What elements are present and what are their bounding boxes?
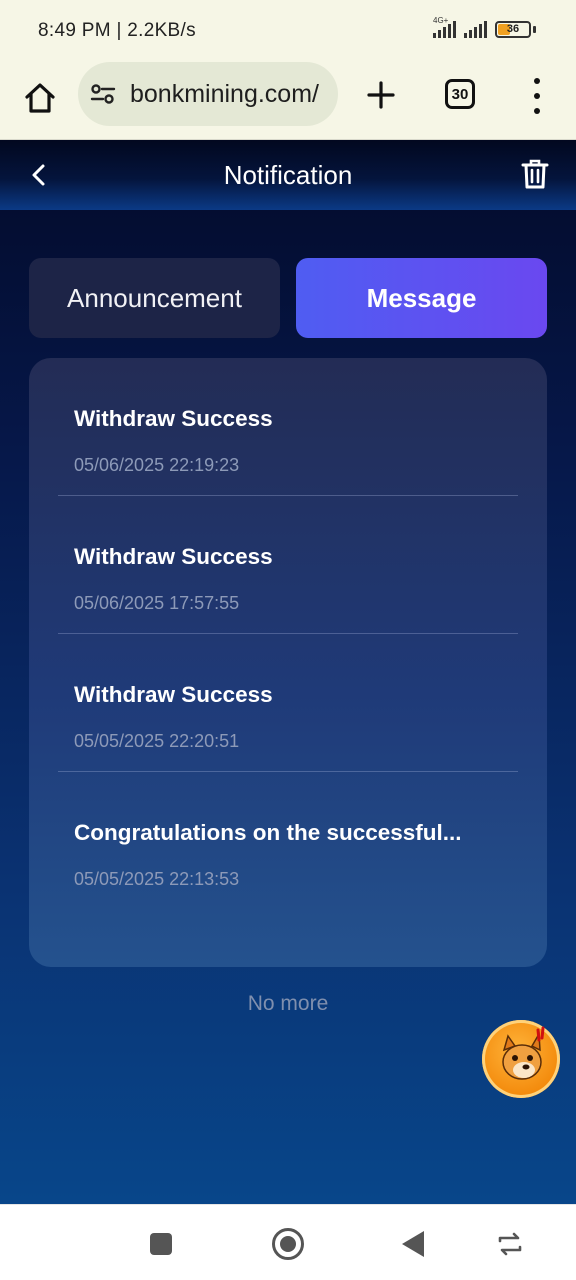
message-title: Withdraw Success xyxy=(74,406,273,431)
message-item[interactable]: Congratulations on the successful... 05/… xyxy=(58,772,518,910)
clock: 8:49 PM xyxy=(38,20,111,41)
message-date: 05/06/2025 17:57:55 xyxy=(74,593,240,613)
more-menu-button[interactable] xyxy=(526,78,548,114)
tab-switcher-button[interactable]: 30 xyxy=(445,79,475,109)
site-settings-icon xyxy=(90,84,116,104)
switch-app-icon[interactable] xyxy=(496,1232,524,1256)
message-item[interactable]: Withdraw Success 05/06/2025 22:19:23 xyxy=(58,358,518,496)
network-type: 4G+ xyxy=(433,16,449,25)
tab-announcement[interactable]: Announcement xyxy=(29,258,280,338)
message-date: 05/06/2025 22:19:23 xyxy=(74,455,240,475)
app-content: Notification Announcement Message Withdr… xyxy=(0,140,576,1204)
home-icon xyxy=(25,83,55,113)
message-date: 05/05/2025 22:20:51 xyxy=(74,731,240,751)
message-item[interactable]: Withdraw Success 05/05/2025 22:20:51 xyxy=(58,634,518,772)
dot-icon xyxy=(534,78,540,84)
battery-icon: 36 xyxy=(495,20,531,38)
status-icons: 4G+ 36 xyxy=(433,16,536,38)
back-nav-button[interactable] xyxy=(402,1231,424,1257)
home-nav-button[interactable] xyxy=(272,1228,304,1260)
message-item[interactable]: Withdraw Success 05/06/2025 17:57:55 xyxy=(58,496,518,634)
dot-icon xyxy=(534,93,540,99)
system-nav-bar xyxy=(0,1204,576,1280)
signal-icon-1: 4G+ xyxy=(433,16,456,38)
message-date: 05/05/2025 22:13:53 xyxy=(74,869,240,889)
address-bar[interactable]: bonkmining.com/ xyxy=(78,62,338,126)
new-tab-button[interactable] xyxy=(360,74,402,116)
dog-mascot-icon xyxy=(502,1026,545,1080)
battery-level: 36 xyxy=(506,23,520,35)
message-title: Withdraw Success xyxy=(74,544,273,569)
home-button[interactable] xyxy=(20,78,60,118)
network-speed: 2.2KB/s xyxy=(127,20,196,41)
recents-button[interactable] xyxy=(150,1233,172,1255)
dot-icon xyxy=(534,108,540,114)
tab-message[interactable]: Message xyxy=(296,258,547,338)
browser-toolbar: bonkmining.com/ 30 xyxy=(0,60,576,140)
status-bar: 8:49 PM | 2.2KB/s 4G+ 36 xyxy=(0,0,576,60)
signal-icon-2 xyxy=(464,20,487,38)
url-text: bonkmining.com/ xyxy=(130,79,319,108)
app-header: Notification xyxy=(0,140,576,210)
trash-icon[interactable] xyxy=(520,158,550,190)
message-title: Congratulations on the successful... xyxy=(74,820,462,845)
message-list: Withdraw Success 05/06/2025 22:19:23 Wit… xyxy=(29,358,547,967)
plus-icon xyxy=(367,81,395,109)
message-title: Withdraw Success xyxy=(74,682,273,707)
status-time: 8:49 PM | 2.2KB/s xyxy=(38,20,196,41)
mascot-support-button[interactable] xyxy=(482,1020,560,1098)
page-title: Notification xyxy=(223,160,353,190)
list-end-text: No more xyxy=(247,992,329,1015)
